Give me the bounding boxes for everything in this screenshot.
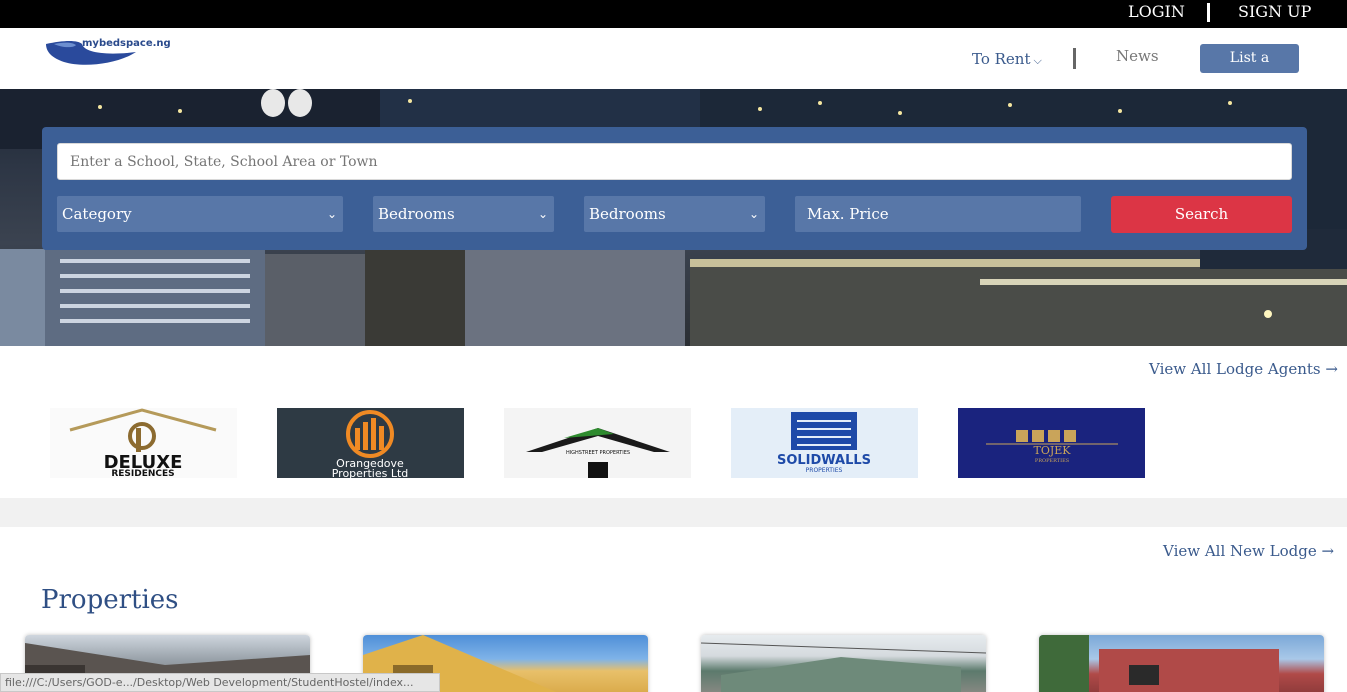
- agent-logo-deluxe[interactable]: DELUXE RESIDENCES: [50, 408, 237, 478]
- bedrooms-select-2-value: Bedrooms: [589, 205, 666, 223]
- hero-banner: Category ⌄ Bedrooms ⌄ Bedrooms ⌄ Max. Pr…: [0, 89, 1347, 346]
- svg-text:SOLIDWALLS: SOLIDWALLS: [777, 453, 871, 468]
- deluxe-residences-logo: DELUXE RESIDENCES: [69, 408, 217, 478]
- nav-divider: [1073, 48, 1076, 69]
- orangedove-logo: Orangedove Properties Ltd: [332, 410, 409, 478]
- chevron-down-icon: ⌄: [537, 207, 548, 221]
- property-card[interactable]: [701, 635, 986, 692]
- search-button[interactable]: Search: [1111, 196, 1292, 233]
- view-all-agents-label: View All Lodge Agents: [1149, 360, 1321, 378]
- top-bar: LOGIN SIGN UP: [0, 0, 1347, 28]
- svg-text:RESIDENCES: RESIDENCES: [111, 469, 174, 478]
- property-card[interactable]: [1039, 635, 1324, 692]
- svg-text:PROPERTIES: PROPERTIES: [1035, 458, 1070, 464]
- chevron-down-icon: ⌄: [748, 207, 759, 221]
- arrow-right-icon: →: [1321, 542, 1335, 560]
- nav-news[interactable]: News: [1116, 47, 1159, 65]
- property-image: [1039, 635, 1279, 692]
- bedrooms-select-value: Bedrooms: [378, 205, 455, 223]
- agent-logo-solidwalls[interactable]: SOLIDWALLS PROPERTIES: [731, 408, 918, 478]
- svg-text:TOJEK: TOJEK: [1033, 444, 1071, 457]
- chevron-down-icon: ⌵: [1033, 54, 1042, 67]
- nav-to-rent-label: To Rent: [972, 50, 1031, 68]
- property-image: [701, 642, 986, 692]
- view-all-agents-link[interactable]: View All Lodge Agents →: [1149, 360, 1338, 378]
- svg-text:PROPERTIES: PROPERTIES: [806, 467, 843, 474]
- category-select[interactable]: Category ⌄: [57, 196, 343, 232]
- topbar-divider: [1207, 3, 1210, 22]
- logo-text: mybedspace.ng: [82, 38, 171, 49]
- login-link[interactable]: LOGIN: [1128, 2, 1185, 21]
- signup-link[interactable]: SIGN UP: [1238, 2, 1311, 21]
- agent-logo-highstreet[interactable]: HIGHSTREET PROPERTIES: [504, 408, 691, 478]
- svg-text:Properties Ltd: Properties Ltd: [332, 467, 409, 478]
- max-price-input[interactable]: Max. Price: [795, 196, 1081, 232]
- category-select-value: Category: [62, 205, 132, 223]
- view-all-lodge-link[interactable]: View All New Lodge →: [1163, 542, 1334, 560]
- list-property-button[interactable]: List a Property: [1200, 44, 1299, 95]
- browser-status-bar: file:///C:/Users/GOD-e.../Desktop/Web De…: [0, 673, 440, 692]
- properties-heading: Properties: [41, 585, 179, 615]
- nav-to-rent[interactable]: To Rent ⌵: [972, 50, 1042, 68]
- bedrooms-select[interactable]: Bedrooms ⌄: [373, 196, 554, 232]
- search-panel: Category ⌄ Bedrooms ⌄ Bedrooms ⌄ Max. Pr…: [42, 127, 1307, 250]
- section-divider: [0, 498, 1347, 527]
- svg-text:HIGHSTREET PROPERTIES: HIGHSTREET PROPERTIES: [566, 450, 630, 456]
- tojek-logo: TOJEK PROPERTIES: [986, 430, 1118, 464]
- highstreet-logo: HIGHSTREET PROPERTIES: [526, 428, 670, 478]
- view-all-lodge-label: View All New Lodge: [1163, 542, 1317, 560]
- solidwalls-logo: SOLIDWALLS PROPERTIES: [777, 412, 871, 474]
- bedrooms-select-2[interactable]: Bedrooms ⌄: [584, 196, 765, 232]
- search-input[interactable]: [57, 143, 1292, 180]
- agent-logo-orangedove[interactable]: Orangedove Properties Ltd: [277, 408, 464, 478]
- agent-logo-tojek[interactable]: TOJEK PROPERTIES: [958, 408, 1145, 478]
- arrow-right-icon: →: [1325, 360, 1338, 378]
- site-header: mybedspace.ng To Rent ⌵ News List a Prope…: [0, 28, 1347, 95]
- chevron-down-icon: ⌄: [326, 207, 337, 221]
